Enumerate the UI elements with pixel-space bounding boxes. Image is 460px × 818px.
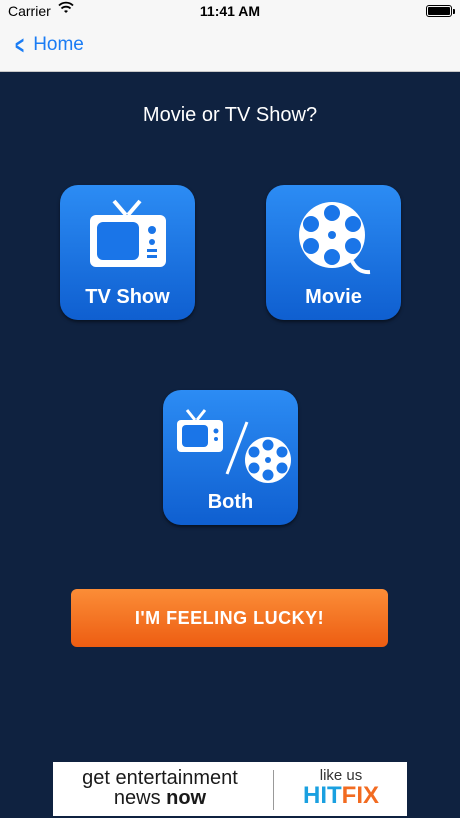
back-button-label: Home — [33, 34, 84, 55]
status-bar: Carrier 11:41 AM — [0, 0, 460, 22]
ad-brand-logo: HITFIX — [281, 783, 401, 809]
film-reel-icon — [299, 202, 371, 275]
ad-brand-hit: HIT — [302, 782, 342, 809]
ad-tagline-emphasis: now — [166, 787, 207, 809]
ad-tagline-line2: news — [113, 787, 167, 809]
movie-button[interactable]: Movie — [266, 185, 401, 320]
ad-like-us: like us — [319, 767, 363, 784]
tv-show-label: TV Show — [85, 286, 170, 308]
ad-brand-block: like us HITFIX — [281, 768, 401, 809]
clock: 11:41 AM — [199, 3, 261, 19]
movie-label: Movie — [305, 286, 362, 308]
both-label: Both — [207, 491, 254, 513]
page-title: Movie or TV Show? — [142, 104, 318, 126]
navigation-bar: < Home — [0, 22, 460, 72]
ad-banner[interactable]: get entertainment news now like us HITFI… — [53, 762, 407, 816]
ad-tagline: get entertainment news now — [53, 768, 267, 808]
tv-and-film-icon — [177, 409, 291, 483]
ad-brand-fix: FIX — [341, 782, 379, 809]
feeling-lucky-button[interactable]: I'M FEELING LUCKY! — [71, 589, 388, 647]
ad-tagline-line1: get entertainment — [82, 767, 238, 789]
tv-show-button[interactable]: TV Show — [60, 185, 195, 320]
battery-icon — [426, 5, 455, 17]
both-button[interactable]: Both — [163, 390, 298, 525]
ad-divider — [273, 770, 274, 810]
back-button[interactable]: < Home — [12, 30, 84, 60]
chevron-left-icon: < — [15, 30, 25, 60]
tv-icon — [90, 199, 166, 267]
